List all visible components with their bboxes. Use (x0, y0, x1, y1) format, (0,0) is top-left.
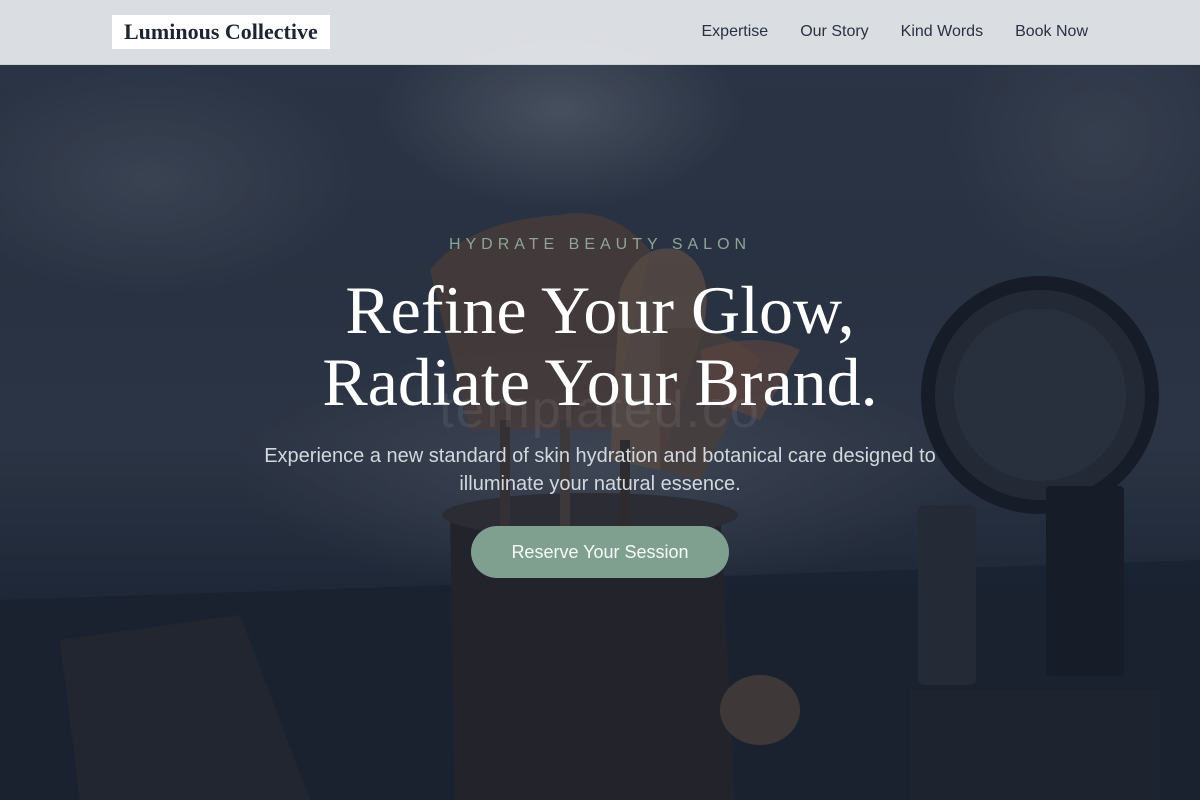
hero-headline: Refine Your Glow, Radiate Your Brand. (0, 274, 1200, 418)
hero-subcopy: Experience a new standard of skin hydrat… (264, 445, 936, 495)
main-nav: Expertise Our Story Kind Words Book Now (702, 0, 1089, 64)
reserve-session-button[interactable]: Reserve Your Session (471, 526, 729, 578)
site-header: Luminous Collective Expertise Our Story … (0, 0, 1200, 65)
hero-headline-line-1: Refine Your Glow, (345, 272, 855, 348)
hero-section: templated.co HYDRATE BEAUTY SALON Refine… (0, 0, 1200, 800)
hero-eyebrow: HYDRATE BEAUTY SALON (448, 236, 752, 253)
brand-logo[interactable]: Luminous Collective (112, 15, 330, 49)
nav-link-book-now[interactable]: Book Now (1015, 23, 1088, 41)
hero-headline-line-2: Radiate Your Brand. (322, 344, 878, 420)
nav-link-our-story[interactable]: Our Story (800, 23, 868, 41)
nav-link-kind-words[interactable]: Kind Words (901, 23, 983, 41)
nav-link-expertise[interactable]: Expertise (702, 23, 769, 41)
